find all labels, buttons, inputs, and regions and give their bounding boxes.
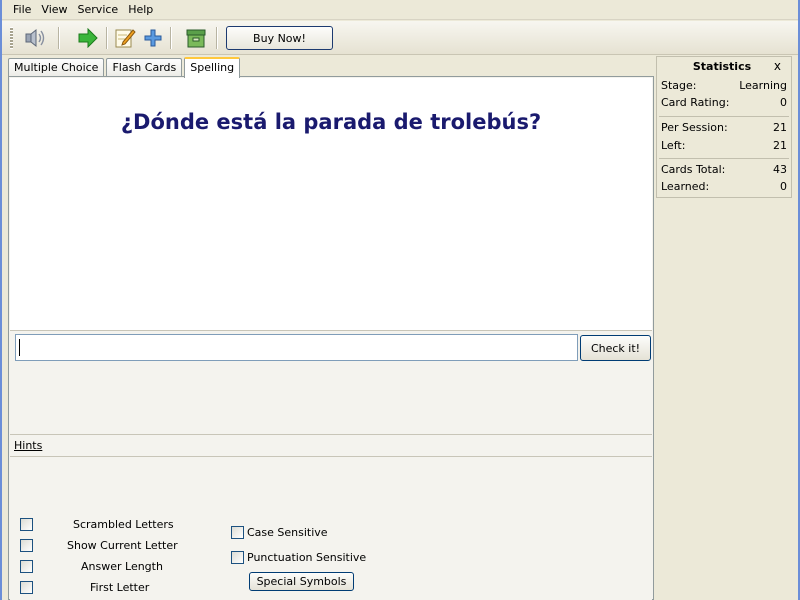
statistics-panel: Statistics x Stage: Learning Card Rating… bbox=[656, 56, 792, 198]
stats-label: Cards Total: bbox=[661, 163, 726, 176]
edit-icon bbox=[115, 29, 136, 48]
stats-value: 0 bbox=[780, 180, 787, 193]
menu-file[interactable]: File bbox=[8, 0, 36, 20]
stats-value: 43 bbox=[773, 163, 787, 176]
close-icon[interactable]: x bbox=[774, 59, 781, 73]
toolbar-grip[interactable] bbox=[10, 27, 13, 49]
answer-length-checkbox[interactable] bbox=[20, 560, 33, 573]
add-button[interactable] bbox=[140, 26, 166, 50]
question-text: ¿Dónde está la parada de trolebús? bbox=[120, 110, 542, 134]
speaker-icon bbox=[25, 28, 45, 48]
case-sensitive-label: Case Sensitive bbox=[247, 526, 328, 539]
scrambled-letters-checkbox[interactable] bbox=[20, 518, 33, 531]
next-button[interactable] bbox=[75, 26, 101, 50]
add-icon bbox=[144, 29, 162, 47]
answer-length-label: Answer Length bbox=[81, 560, 163, 573]
question-area: ¿Dónde está la parada de trolebús? bbox=[10, 78, 652, 330]
menu-view[interactable]: View bbox=[36, 0, 72, 20]
window-frame-left bbox=[0, 0, 2, 600]
toolbar-separator bbox=[106, 27, 108, 49]
tab-flash-cards[interactable]: Flash Cards bbox=[106, 58, 183, 77]
stats-value: 0 bbox=[780, 96, 787, 109]
scrambled-letters-label: Scrambled Letters bbox=[73, 518, 174, 531]
toolbar-separator bbox=[216, 27, 218, 49]
answer-input[interactable] bbox=[15, 334, 578, 361]
speaker-button[interactable] bbox=[22, 26, 48, 50]
arrow-right-icon bbox=[78, 28, 98, 48]
stats-label: Stage: bbox=[661, 79, 697, 92]
stats-separator bbox=[659, 158, 789, 159]
stats-value: 21 bbox=[773, 121, 787, 134]
divider bbox=[10, 330, 652, 331]
stats-label: Left: bbox=[661, 139, 686, 152]
special-symbols-button[interactable]: Special Symbols bbox=[249, 572, 354, 591]
menu-bar: File View Service Help bbox=[2, 0, 798, 20]
edit-button[interactable] bbox=[112, 26, 138, 50]
stats-value: 21 bbox=[773, 139, 787, 152]
first-letter-label: First Letter bbox=[90, 581, 150, 594]
feedback-area bbox=[10, 365, 652, 413]
show-current-letter-label: Show Current Letter bbox=[67, 539, 178, 552]
hints-header: Hints bbox=[10, 434, 652, 457]
menu-service[interactable]: Service bbox=[73, 0, 124, 20]
tab-multiple-choice[interactable]: Multiple Choice bbox=[8, 58, 105, 77]
hints-link[interactable]: Hints bbox=[14, 439, 42, 452]
text-caret bbox=[19, 339, 20, 356]
box-icon bbox=[186, 29, 206, 48]
box-button[interactable] bbox=[183, 26, 209, 50]
stats-label: Learned: bbox=[661, 180, 710, 193]
tab-spelling[interactable]: Spelling bbox=[184, 57, 241, 78]
case-sensitive-checkbox[interactable] bbox=[231, 526, 244, 539]
mode-tabs: Multiple Choice Flash Cards Spelling bbox=[8, 56, 242, 78]
show-current-letter-checkbox[interactable] bbox=[20, 539, 33, 552]
punctuation-sensitive-checkbox[interactable] bbox=[231, 551, 244, 564]
stats-value: Learning bbox=[739, 79, 787, 92]
toolbar-separator bbox=[58, 27, 60, 49]
check-it-button[interactable]: Check it! bbox=[580, 335, 651, 361]
buy-now-button[interactable]: Buy Now! bbox=[226, 26, 333, 50]
statistics-title: Statistics bbox=[692, 60, 752, 73]
stats-separator bbox=[659, 116, 789, 117]
stats-label: Card Rating: bbox=[661, 96, 730, 109]
toolbar: Buy Now! bbox=[2, 21, 798, 55]
toolbar-separator bbox=[170, 27, 172, 49]
menu-help[interactable]: Help bbox=[123, 0, 158, 20]
punctuation-sensitive-label: Punctuation Sensitive bbox=[247, 551, 367, 564]
stats-label: Per Session: bbox=[661, 121, 728, 134]
first-letter-checkbox[interactable] bbox=[20, 581, 33, 594]
